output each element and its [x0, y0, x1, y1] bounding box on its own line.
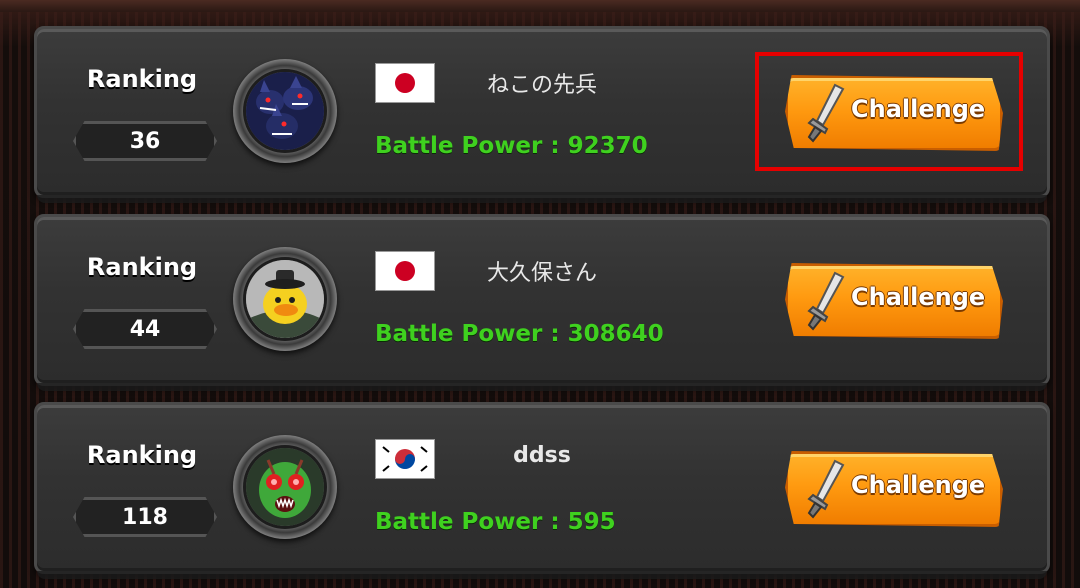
- top-frame-edge: [0, 0, 1080, 12]
- challenge-button-label: Challenge: [851, 471, 986, 499]
- japan-flag-icon: [375, 251, 435, 291]
- challenge-highlight-box: [755, 52, 1023, 171]
- three-headed-dog-avatar-icon: [243, 69, 327, 153]
- rank-value: 118: [122, 504, 168, 530]
- player-avatar[interactable]: [233, 59, 337, 163]
- player-avatar[interactable]: [233, 435, 337, 539]
- battle-power: Battle Power : 308640: [375, 321, 664, 347]
- player-card: Ranking 118 ddss Battle Power: 595 Chal…: [34, 402, 1050, 579]
- south-korea-flag-icon: [375, 439, 435, 479]
- rank-value: 36: [129, 128, 161, 154]
- sword-icon: [807, 459, 845, 519]
- rank-box: 36: [73, 121, 217, 161]
- player-avatar[interactable]: [233, 247, 337, 351]
- challenge-button[interactable]: Challenge: [785, 263, 1003, 339]
- player-name: 大久保さん: [486, 261, 597, 286]
- ranking-label: Ranking: [86, 65, 198, 93]
- player-name: ねこの先兵: [486, 73, 597, 98]
- player-name: ddss: [513, 443, 571, 468]
- sword-icon: [807, 271, 845, 331]
- japan-flag-icon: [375, 63, 435, 103]
- yellow-penguin-warrior-avatar-icon: [243, 257, 327, 341]
- ranking-label: Ranking: [86, 253, 198, 281]
- battle-power: Battle Power : 92370: [375, 133, 648, 159]
- rank-value: 44: [129, 316, 161, 342]
- challenge-button-label: Challenge: [851, 283, 986, 311]
- green-alien-avatar-icon: [243, 445, 327, 529]
- rank-box: 44: [73, 309, 217, 349]
- challenge-button[interactable]: Challenge: [785, 451, 1003, 527]
- ranking-label: Ranking: [86, 441, 198, 469]
- rank-box: 118: [73, 497, 217, 537]
- player-card: Ranking 44 大久保さん Battle Power : 308640 C…: [34, 214, 1050, 391]
- battle-power: Battle Power : 595: [375, 509, 616, 535]
